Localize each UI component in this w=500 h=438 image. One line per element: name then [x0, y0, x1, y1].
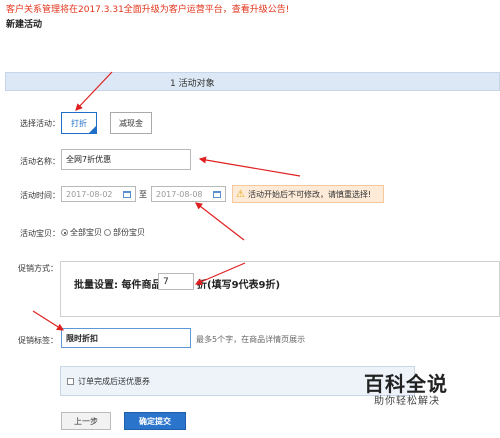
radio-unchecked-icon[interactable] [104, 229, 111, 236]
activity-name-label: 活动名称： [20, 157, 60, 166]
tab-cash-off[interactable]: 减现金 [110, 112, 152, 134]
discount-input[interactable]: 7 [158, 273, 194, 290]
radio-checked-icon[interactable] [61, 229, 68, 236]
radio-all-items[interactable]: 全部宝贝 [61, 227, 102, 238]
selected-corner-icon [89, 126, 96, 133]
promotion-prefix: 批量设置: 每件商品 [74, 280, 162, 291]
watermark-subtitle: 助你轻松解决 [374, 396, 440, 407]
end-date-value: 2017-08-08 [156, 189, 203, 199]
time-warning-text: 活动开始后不可修改，请慎重选择! [247, 189, 372, 199]
activity-type-label: 选择活动： [20, 119, 60, 128]
activity-items-label: 活动宝贝： [20, 229, 60, 238]
coupon-checkbox-label: 订单完成后送优惠券 [78, 377, 150, 386]
step-indicator: 1 活动对象 [170, 76, 215, 89]
prev-step-button[interactable]: 上一步 [61, 412, 111, 430]
upgrade-notice[interactable]: 客户关系管理将在2017.3.31全面升级为客户运营平台，查看升级公告! [6, 2, 289, 15]
step-label: 活动对象 [178, 79, 215, 89]
tab-discount-label: 打折 [71, 118, 87, 128]
promo-tag-value: 限时折扣 [66, 333, 98, 343]
promotion-suffix: 折(填写9代表9折) [197, 280, 281, 291]
arrow-to-activity-name [198, 156, 301, 177]
end-date-input[interactable]: 2017-08-08 [151, 186, 226, 202]
arrow-to-promo-tag [32, 310, 65, 331]
calendar-icon[interactable] [123, 190, 131, 198]
start-date-input[interactable]: 2017-08-02 [61, 186, 136, 202]
start-date-value: 2017-08-02 [66, 189, 113, 199]
arrow-to-date-range [195, 202, 245, 241]
activity-name-input[interactable]: 全网7折优惠 [61, 149, 191, 170]
promo-tag-hint: 最多5个字，在商品详情页展示 [196, 335, 306, 344]
coupon-option[interactable]: 订单完成后送优惠券 [67, 376, 150, 387]
activity-time-label: 活动时间： [20, 191, 60, 200]
time-warning: ⚠ 活动开始后不可修改，请慎重选择! [232, 185, 384, 203]
promo-tag-input[interactable]: 限时折扣 [61, 328, 191, 348]
promotion-label: 促销方式： [18, 264, 58, 273]
radio-all-items-label: 全部宝贝 [70, 228, 102, 237]
step-bar [5, 72, 500, 91]
radio-some-items-label: 部份宝贝 [113, 228, 145, 237]
radio-some-items[interactable]: 部份宝贝 [104, 227, 145, 238]
step-number: 1 [170, 79, 176, 89]
date-separator: 至 [139, 190, 147, 199]
warning-icon: ⚠ [236, 188, 245, 200]
activity-name-value: 全网7折优惠 [66, 155, 112, 164]
tab-discount[interactable]: 打折 [61, 112, 97, 134]
promo-tag-label: 促销标签： [18, 336, 58, 345]
discount-value: 7 [163, 276, 169, 287]
coupon-checkbox[interactable] [67, 378, 74, 385]
page-title: 新建活动 [6, 20, 43, 30]
calendar-icon[interactable] [213, 190, 221, 198]
tab-cash-off-label: 减现金 [119, 118, 143, 128]
submit-button[interactable]: 确定提交 [124, 412, 186, 430]
